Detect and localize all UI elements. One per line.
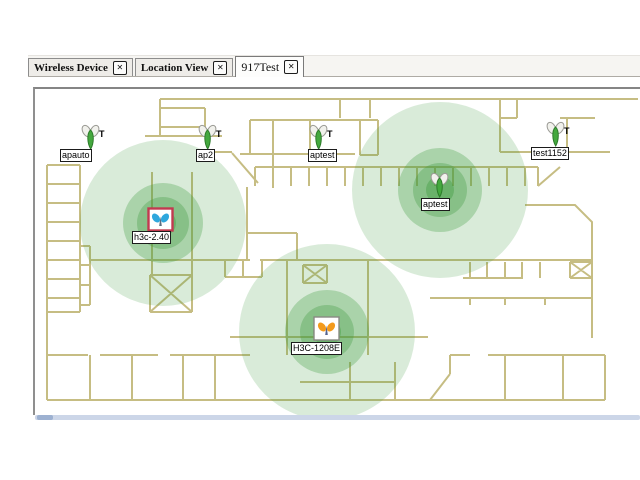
- ap-flag: T: [564, 126, 570, 136]
- tab-location-view[interactable]: Location View ✕: [135, 58, 234, 76]
- app-window: Wireless Device ✕ Location View ✕ 917Tes…: [0, 0, 640, 480]
- antenna-icon: [427, 172, 453, 198]
- scrollbar-thumb[interactable]: [37, 415, 53, 420]
- location-map-panel: T apauto T ap2 T aptest: [33, 87, 640, 415]
- antenna-icon: [313, 316, 340, 341]
- tab-label: 917Test: [241, 60, 279, 75]
- ap-flag: T: [216, 129, 222, 139]
- tab-wireless-device[interactable]: Wireless Device ✕: [28, 58, 133, 76]
- ap-label: aptest: [421, 198, 450, 211]
- tab-917test[interactable]: 917Test ✕: [235, 56, 304, 77]
- tab-label: Location View: [141, 62, 209, 74]
- ap-label: test1152: [531, 147, 569, 160]
- ap-label: h3c-2.40: [132, 231, 171, 244]
- ap-flag: T: [327, 129, 333, 139]
- horizontal-scrollbar[interactable]: [35, 415, 640, 420]
- ap-label: H3C-1208E: [291, 342, 342, 355]
- ap-label: aptest: [308, 149, 337, 162]
- ap-label: apauto: [60, 149, 92, 162]
- antenna-icon-selected: [147, 207, 174, 232]
- close-icon[interactable]: ✕: [213, 61, 227, 75]
- ap-flag: T: [99, 129, 105, 139]
- close-icon[interactable]: ✕: [284, 60, 298, 74]
- tab-label: Wireless Device: [34, 62, 108, 74]
- ap-label: ap2: [196, 149, 215, 162]
- close-icon[interactable]: ✕: [113, 61, 127, 75]
- tab-bar: Wireless Device ✕ Location View ✕ 917Tes…: [28, 55, 640, 77]
